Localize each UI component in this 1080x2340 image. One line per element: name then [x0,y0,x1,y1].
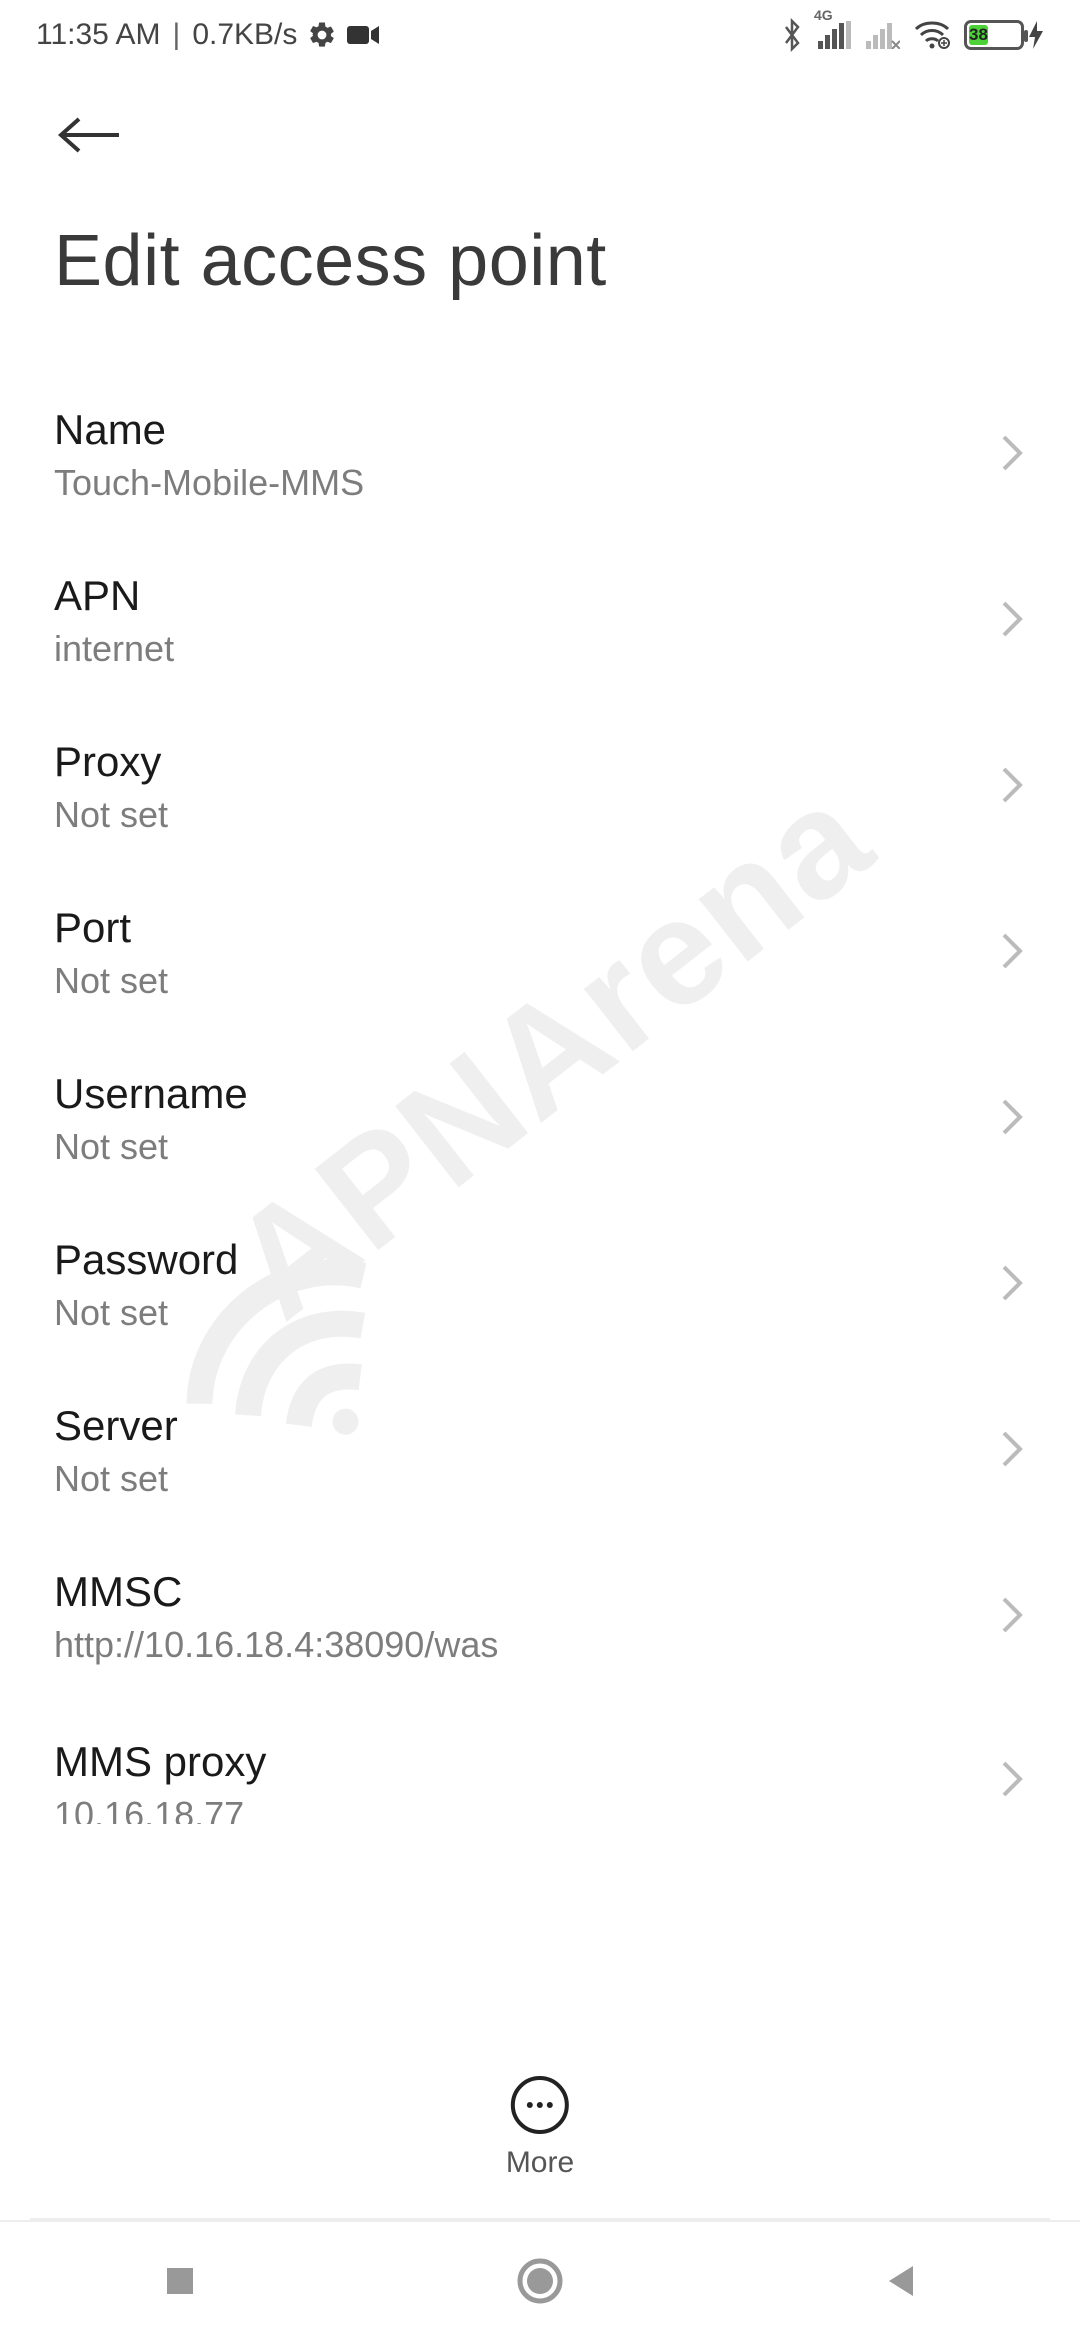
chevron-right-icon [998,1095,1026,1144]
app-bar [0,70,1080,180]
setting-row-password[interactable]: Password Not set [0,1202,1080,1368]
setting-value: Not set [54,1126,248,1168]
setting-label: Server [54,1402,178,1450]
page-title: Edit access point [0,180,1080,332]
bluetooth-icon [780,18,804,52]
arrow-left-icon [57,115,121,155]
chevron-right-icon [998,1261,1026,1310]
gear-icon [307,20,337,50]
status-bar: 11:35 AM | 0.7KB/s 4G 38 [0,0,1080,70]
setting-label: Username [54,1070,248,1118]
nav-back-button[interactable] [870,2251,930,2311]
status-right: 4G 38 [780,18,1044,52]
status-time: 11:35 AM [36,18,161,52]
more-icon [511,2076,569,2134]
status-left: 11:35 AM | 0.7KB/s [36,18,379,52]
battery-percent: 38 [969,25,988,45]
nav-home-button[interactable] [510,2251,570,2311]
setting-label: Password [54,1236,238,1284]
setting-label: Port [54,904,168,952]
signal-sim2-icon [866,21,900,49]
chevron-right-icon [998,1757,1026,1806]
setting-value: Not set [54,1458,178,1500]
setting-row-name[interactable]: Name Touch-Mobile-MMS [0,372,1080,538]
chevron-right-icon [998,1427,1026,1476]
wifi-icon [914,21,950,49]
camera-icon [347,24,379,46]
setting-row-username[interactable]: Username Not set [0,1036,1080,1202]
setting-value: Not set [54,960,168,1002]
setting-row-mmsproxy[interactable]: MMS proxy 10.16.18.77 [0,1700,1080,1828]
triangle-left-icon [883,2262,917,2300]
setting-value: internet [54,628,174,670]
square-icon [163,2264,197,2298]
setting-row-port[interactable]: Port Not set [0,870,1080,1036]
setting-row-apn[interactable]: APN internet [0,538,1080,704]
setting-row-server[interactable]: Server Not set [0,1368,1080,1534]
signal-4g-icon: 4G [818,21,852,49]
chevron-right-icon [998,929,1026,978]
setting-value: http://10.16.18.4:38090/was [54,1624,498,1666]
settings-list: Name Touch-Mobile-MMS APN internet Proxy… [0,332,1080,1828]
more-button[interactable]: More [506,2076,574,2180]
battery-indicator: 38 [964,20,1044,50]
nav-recent-button[interactable] [150,2251,210,2311]
setting-row-proxy[interactable]: Proxy Not set [0,704,1080,870]
setting-value: Touch-Mobile-MMS [54,462,364,504]
more-label: More [506,2146,574,2180]
network-badge: 4G [814,7,833,23]
setting-value: 10.16.18.77 [54,1794,266,1824]
setting-value: Not set [54,1292,238,1334]
setting-label: APN [54,572,174,620]
setting-label: Name [54,406,364,454]
status-data-rate: 0.7KB/s [192,18,297,52]
setting-label: Proxy [54,738,168,786]
setting-label: MMSC [54,1568,498,1616]
back-button[interactable] [54,100,124,170]
chevron-right-icon [998,1593,1026,1642]
setting-value: Not set [54,794,168,836]
chevron-right-icon [998,763,1026,812]
status-divider: | [173,18,181,52]
setting-label: MMS proxy [54,1738,266,1786]
charging-bolt-icon [1028,21,1044,49]
navigation-bar [0,2220,1080,2340]
chevron-right-icon [998,597,1026,646]
setting-row-mmsc[interactable]: MMSC http://10.16.18.4:38090/was [0,1534,1080,1700]
chevron-right-icon [998,431,1026,480]
circle-icon [517,2258,563,2304]
